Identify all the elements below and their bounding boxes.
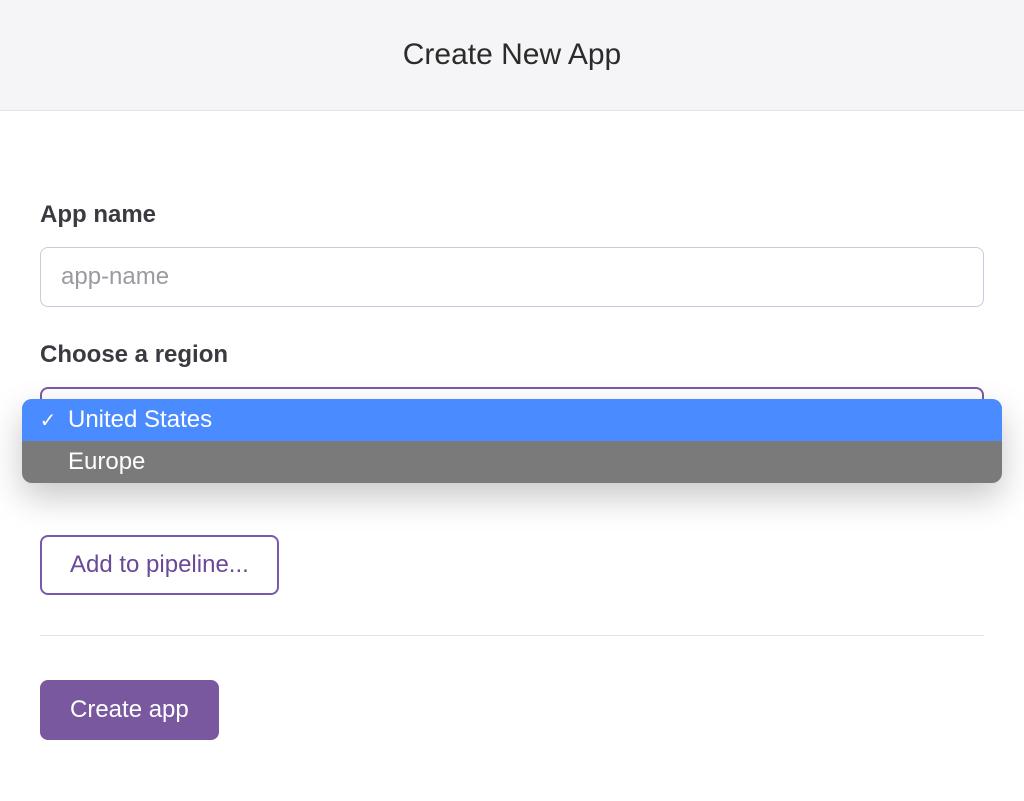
region-label: Choose a region [40,341,984,369]
pipeline-row: Add to pipeline... [40,535,984,595]
app-name-label: App name [40,201,984,229]
region-option-label: United States [68,406,212,434]
form-area: App name Choose a region ✓ United States… [0,111,1024,740]
create-row: Create app [40,680,984,740]
create-app-button[interactable]: Create app [40,680,219,740]
checkmark-icon: ✓ [34,408,62,433]
page-title: Create New App [0,38,1024,72]
region-option-europe[interactable]: ✓ Europe [22,441,1002,483]
app-name-input[interactable] [40,247,984,307]
region-dropdown: ✓ United States ✓ Europe [22,399,1002,483]
region-select[interactable]: ✓ United States ✓ Europe [40,387,984,451]
add-to-pipeline-button[interactable]: Add to pipeline... [40,535,279,595]
section-divider [40,635,984,636]
app-name-group: App name [40,201,984,307]
region-option-united-states[interactable]: ✓ United States [22,399,1002,441]
region-group: Choose a region ✓ United States ✓ Europe [40,341,984,451]
page-header: Create New App [0,0,1024,111]
region-option-label: Europe [68,448,145,476]
